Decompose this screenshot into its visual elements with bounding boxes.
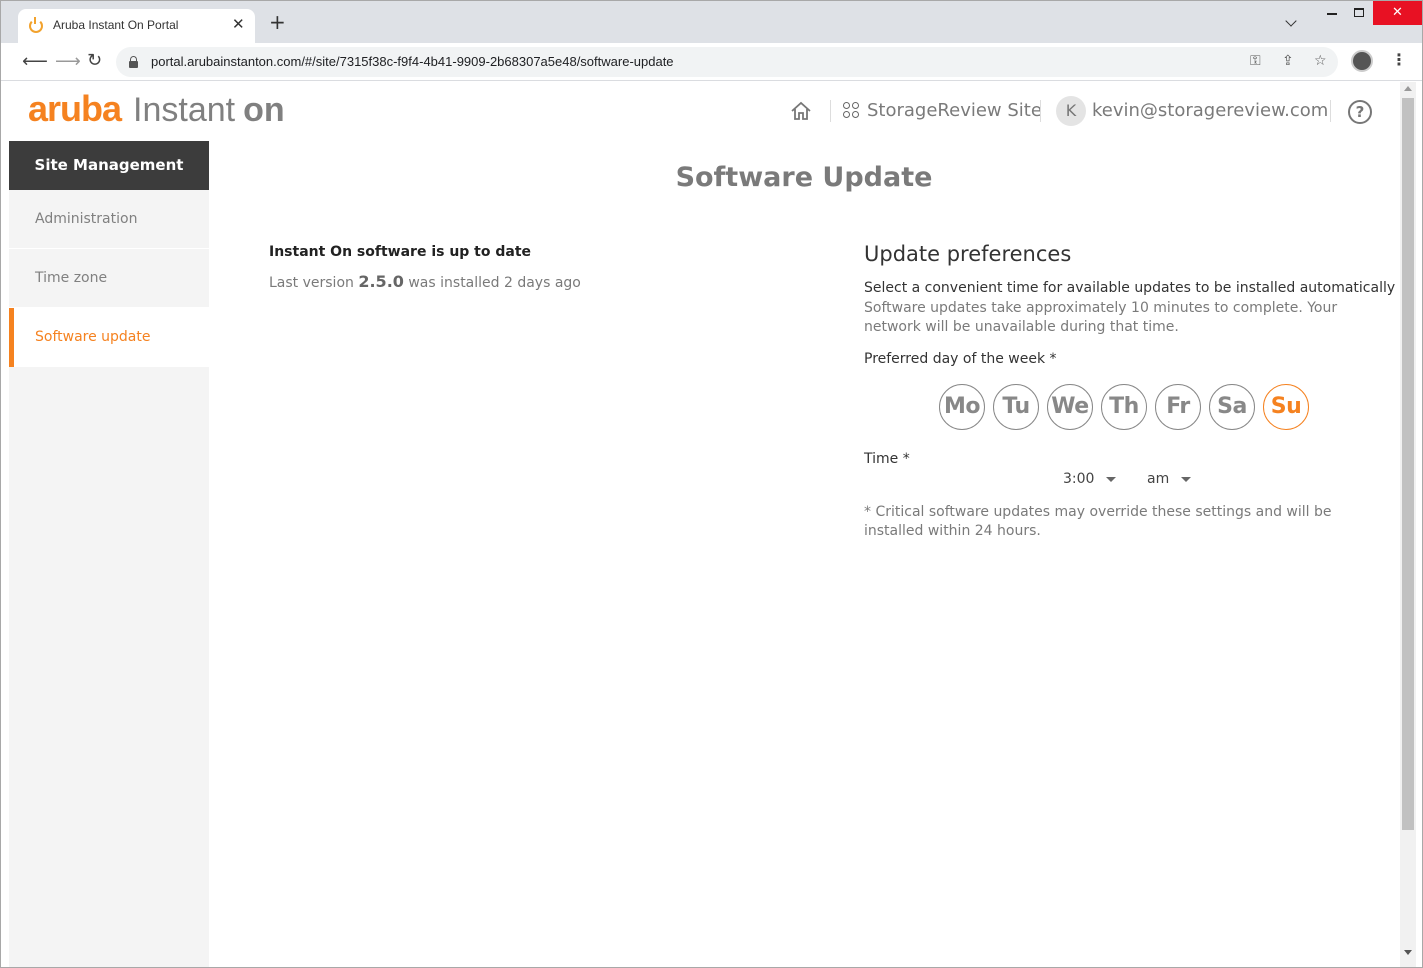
page-scrollbar[interactable] [1400,82,1416,967]
chevron-down-icon[interactable] [1285,15,1297,27]
browser-window: Aruba Instant On Portal ✕ + ✕ ⟵ ⟶ ↻ port… [0,0,1423,968]
url-text[interactable]: portal.arubainstanton.com/#/site/7315f38… [151,54,674,69]
page-title: Software Update [675,162,933,193]
tab-strip: Aruba Instant On Portal ✕ + ✕ [1,1,1422,43]
address-bar[interactable]: portal.arubainstanton.com/#/site/7315f38… [116,47,1338,77]
new-tab-button[interactable]: + [269,12,286,32]
logo-on-text: on [243,91,285,129]
logo-aruba-text: aruba [28,88,122,129]
page-content: aruba Instant on StorageReview Site K ke… [1,82,1422,967]
more-menu-icon[interactable]: ⋮ [1391,50,1407,69]
site-icon [843,102,861,120]
back-arrow-icon[interactable]: ⟵ [22,51,48,72]
minimize-icon[interactable] [1327,13,1337,15]
key-icon[interactable]: ⚿ [1250,53,1261,69]
time-value: 3:00 [1063,471,1095,487]
critical-update-note: * Critical software updates may override… [864,504,1332,539]
power-icon [29,17,43,33]
time-dropdown[interactable]: 3:00 [1063,471,1117,487]
version-number: 2.5.0 [358,272,404,291]
day-button-sa[interactable]: Sa [1209,384,1255,430]
scroll-up-icon[interactable] [1404,86,1412,91]
header-divider [1330,100,1331,122]
caret-down-icon [1181,476,1192,482]
sidebar-item-administration[interactable]: Administration [9,190,209,249]
status-suffix: was installed 2 days ago [408,275,581,291]
logo-instant-text: Instant [133,91,236,129]
day-label: Preferred day of the week * [864,351,1057,367]
scroll-down-icon[interactable] [1404,950,1412,955]
update-status-line: Last version 2.5.0 was installed 2 days … [269,272,581,291]
sidebar-title: Site Management [9,141,209,190]
window-close-button[interactable]: ✕ [1373,1,1422,25]
status-prefix: Last version [269,275,354,291]
preferences-title: Update preferences [864,242,1072,266]
star-icon[interactable]: ☆ [1314,53,1327,69]
site-selector[interactable]: StorageReview Site [867,100,1042,121]
help-icon[interactable]: ? [1348,100,1372,124]
day-button-we[interactable]: We [1047,384,1093,430]
sidebar-item-time-zone[interactable]: Time zone [9,249,209,308]
day-button-su[interactable]: Su [1263,384,1309,430]
day-button-mo[interactable]: Mo [939,384,985,430]
scroll-thumb[interactable] [1402,98,1414,830]
day-button-tu[interactable]: Tu [993,384,1039,430]
ampm-value: am [1147,471,1170,487]
update-status-title: Instant On software is up to date [269,244,532,260]
preferences-description: Software updates take approximately 10 m… [864,300,1338,335]
preferences-subtitle: Select a convenient time for available u… [864,280,1396,296]
tab-title: Aruba Instant On Portal [53,18,179,32]
day-button-th[interactable]: Th [1101,384,1147,430]
browser-tab[interactable]: Aruba Instant On Portal ✕ [18,9,255,43]
user-email[interactable]: kevin@storagereview.com [1092,100,1328,121]
day-button-fr[interactable]: Fr [1155,384,1201,430]
aruba-instant-on-logo[interactable]: aruba Instant on [28,88,285,129]
day-selector: Mo Tu We Th Fr Sa Su [939,384,1309,430]
profile-avatar[interactable] [1351,50,1373,72]
lock-icon[interactable] [129,56,138,68]
header-divider [1040,100,1041,122]
user-avatar[interactable]: K [1056,96,1086,126]
sidebar: Site Management Administration Time zone… [9,141,209,967]
maximize-icon[interactable] [1354,8,1364,17]
reload-icon[interactable]: ↻ [87,50,102,71]
home-icon[interactable] [790,100,812,122]
forward-arrow-icon[interactable]: ⟶ [55,51,81,72]
header-divider [830,100,831,122]
sidebar-item-software-update[interactable]: Software update [9,308,209,367]
time-label: Time * [864,451,910,467]
caret-down-icon [1106,476,1117,482]
share-icon[interactable]: ⇪ [1282,53,1294,69]
ampm-dropdown[interactable]: am [1147,471,1192,487]
browser-toolbar: ⟵ ⟶ ↻ portal.arubainstanton.com/#/site/7… [1,43,1422,81]
tab-close-icon[interactable]: ✕ [232,15,245,33]
